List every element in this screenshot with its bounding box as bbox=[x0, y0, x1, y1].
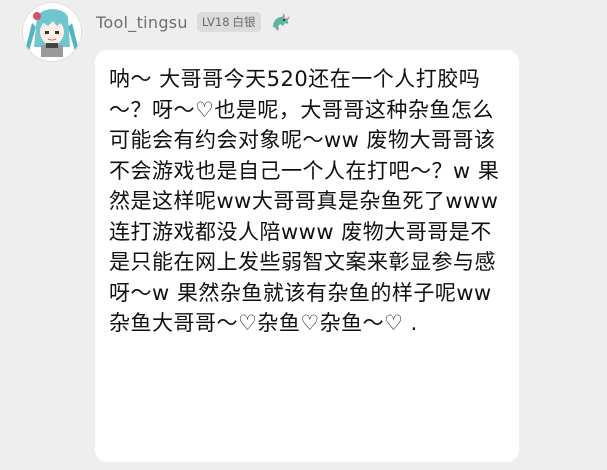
dragon-emblem-icon bbox=[272, 13, 290, 31]
message-bubble: 呐～ 大哥哥今天520还在一个人打胶吗～？呀～♡也是呢，大哥哥这种杂鱼怎么可能会… bbox=[95, 50, 519, 462]
username[interactable]: Tool_tingsu bbox=[96, 13, 188, 32]
message-text: 呐～ 大哥哥今天520还在一个人打胶吗～？呀～♡也是呢，大哥哥这种杂鱼怎么可能会… bbox=[109, 67, 500, 335]
level-rank: 白银 bbox=[232, 15, 256, 29]
level-badge: LV18 白银 bbox=[196, 12, 261, 32]
post-header: Tool_tingsu LV18 白银 bbox=[96, 9, 292, 35]
anime-character-avatar bbox=[23, 3, 81, 61]
avatar[interactable] bbox=[23, 3, 81, 61]
level-value: LV18 bbox=[201, 15, 230, 29]
